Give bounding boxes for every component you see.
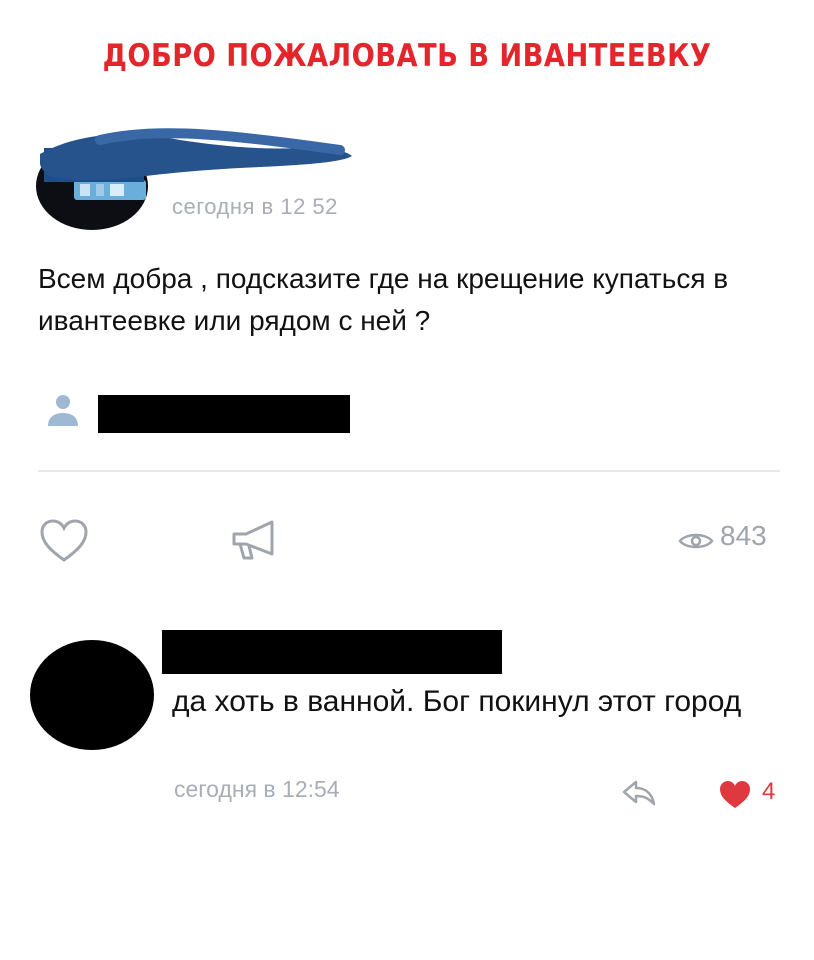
post-body-text: Всем добра , подсказите где на крещение … [38, 263, 729, 336]
divider [38, 470, 780, 472]
user-icon [48, 395, 78, 426]
heart-outline-icon[interactable] [38, 518, 90, 564]
views-count: 843 [720, 520, 767, 551]
heart-filled-icon[interactable] [718, 780, 752, 810]
comment-text: да хоть в ванной. Бог покинул этот город [172, 685, 742, 718]
comment-like-count: 4 [762, 778, 776, 805]
post-timestamp: сегодня в 12 52 [172, 194, 338, 219]
mentioned-user-redacted[interactable] [98, 395, 350, 433]
commenter-avatar-redacted[interactable] [30, 640, 154, 750]
megaphone-icon[interactable] [226, 518, 282, 562]
headline-banner: ДОБРО ПОЖАЛОВАТЬ В ИВАНТЕЕВКУ [102, 38, 712, 74]
reply-arrow-icon[interactable] [618, 778, 658, 808]
author-name-scribble [40, 128, 352, 180]
commenter-name-redacted[interactable] [162, 630, 502, 674]
comment-timestamp: сегодня в 12:54 [174, 776, 340, 802]
eye-icon [678, 533, 714, 549]
